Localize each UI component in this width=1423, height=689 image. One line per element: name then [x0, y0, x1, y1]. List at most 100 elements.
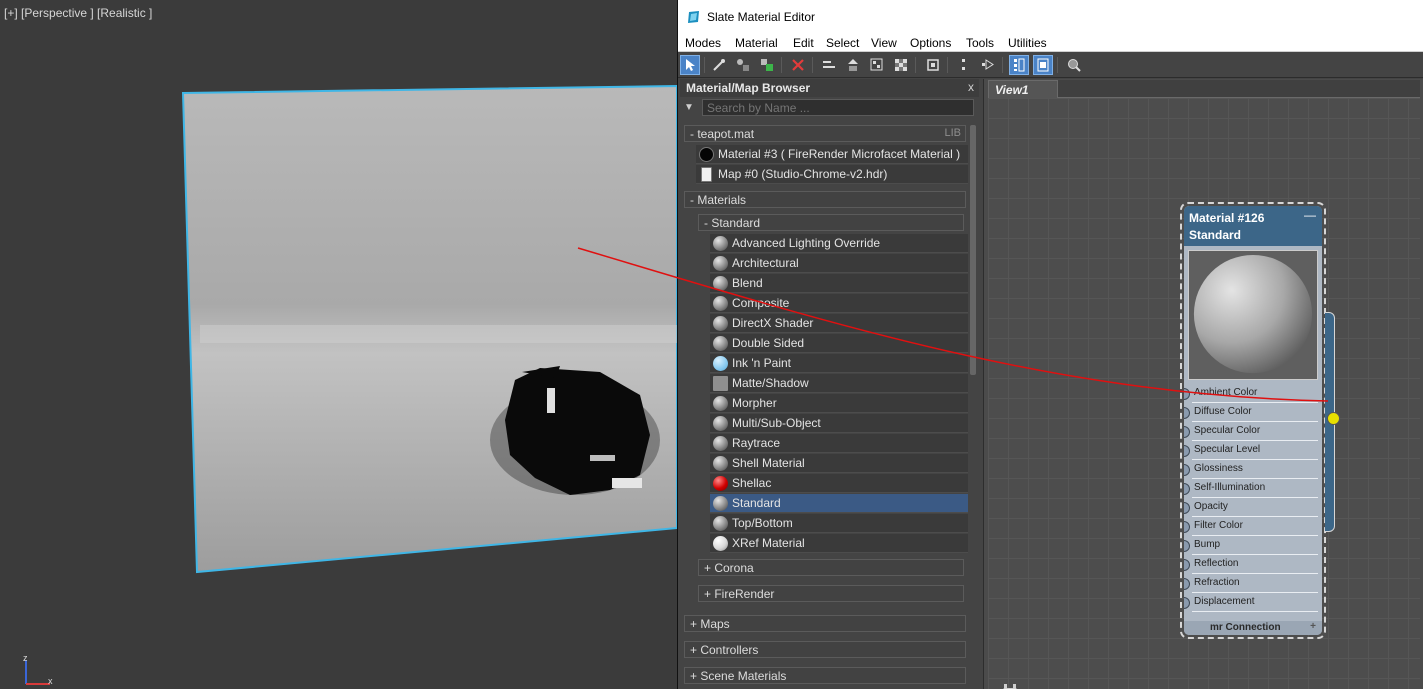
material-type-item[interactable]: Matte/Shadow	[710, 374, 968, 393]
eyedropper-icon[interactable]	[709, 55, 729, 75]
put-to-scene-icon[interactable]	[733, 55, 753, 75]
menu-options[interactable]: Options	[910, 36, 951, 50]
material-type-item[interactable]: Ink 'n Paint	[710, 354, 968, 373]
material-type-item[interactable]: Standard	[710, 494, 968, 513]
firerender-group-header[interactable]: + FireRender	[698, 585, 964, 602]
viewport-label[interactable]: [+] [Perspective ] [Realistic ]	[4, 6, 152, 20]
input-socket[interactable]	[1184, 597, 1190, 609]
material-type-item[interactable]: Shell Material	[710, 454, 968, 473]
menu-material[interactable]: Material	[735, 36, 778, 50]
node-header[interactable]: Material #126 Standard —	[1184, 206, 1322, 246]
material-type-item[interactable]: Multi/Sub-Object	[710, 414, 968, 433]
input-socket[interactable]	[1184, 445, 1190, 457]
material-type-item[interactable]: Top/Bottom	[710, 514, 968, 533]
menu-view[interactable]: View	[871, 36, 897, 50]
menu-select[interactable]: Select	[826, 36, 859, 50]
slot-label: Self-Illumination	[1194, 482, 1266, 493]
output-socket[interactable]	[1327, 412, 1340, 425]
perspective-viewport[interactable]: [+] [Perspective ] [Realistic ] z x	[0, 0, 677, 689]
grey-sphere-icon	[713, 436, 728, 451]
node-slot[interactable]: Ambient Color	[1184, 384, 1322, 403]
move-children-icon[interactable]	[819, 55, 839, 75]
slot-label: Reflection	[1194, 558, 1239, 569]
node-view: View1 Material #126 Standard — Ambient C…	[983, 79, 1423, 689]
material-node[interactable]: Material #126 Standard — Ambient Color D…	[1180, 202, 1326, 639]
library-item-map[interactable]: Map #0 (Studio-Chrome-v2.hdr)	[696, 165, 968, 184]
menu-modes[interactable]: Modes	[685, 36, 721, 50]
menu-tools[interactable]: Tools	[966, 36, 994, 50]
browser-header[interactable]: Material/Map Browser x	[680, 79, 979, 97]
material-map-browser-icon[interactable]	[1009, 55, 1029, 75]
node-slot[interactable]: Diffuse Color	[1184, 403, 1322, 422]
corona-group-header[interactable]: + Corona	[698, 559, 964, 576]
material-type-item[interactable]: Advanced Lighting Override	[710, 234, 968, 253]
input-socket[interactable]	[1184, 388, 1190, 400]
node-slot[interactable]: Specular Level	[1184, 441, 1322, 460]
axis-tripod-icon: z x	[23, 654, 53, 686]
material-type-item[interactable]: Shellac	[710, 474, 968, 493]
light-blue-sphere-icon	[713, 356, 728, 371]
input-socket[interactable]	[1184, 578, 1190, 590]
mr-connection-rollout[interactable]: mr Connection +	[1184, 621, 1322, 635]
standard-group-header[interactable]: - Standard	[698, 214, 964, 231]
node-slot[interactable]: Refraction	[1184, 574, 1322, 593]
browser-close-button[interactable]: x	[968, 80, 974, 94]
node-slot[interactable]: Reflection	[1184, 555, 1322, 574]
layout-vertical-icon[interactable]	[954, 55, 974, 75]
slot-label: Opacity	[1194, 501, 1228, 512]
node-slot[interactable]: Bump	[1184, 536, 1322, 555]
hide-unused-slots-icon[interactable]	[843, 55, 863, 75]
browser-scrollbar[interactable]	[970, 125, 976, 375]
search-options-dropdown-icon[interactable]: ▼	[684, 102, 694, 113]
node-slot[interactable]: Glossiness	[1184, 460, 1322, 479]
library-item-material[interactable]: Material #3 ( FireRender Microfacet Mate…	[696, 145, 968, 164]
mr-connection-expand-button[interactable]: +	[1310, 621, 1316, 632]
grey-sphere-icon	[713, 456, 728, 471]
material-type-item[interactable]: Architectural	[710, 254, 968, 273]
input-socket[interactable]	[1184, 407, 1190, 419]
material-type-item[interactable]: Composite	[710, 294, 968, 313]
title-bar[interactable]: Slate Material Editor	[678, 0, 1423, 34]
input-socket[interactable]	[1184, 502, 1190, 514]
grey-sphere-icon	[713, 276, 728, 291]
materials-group-header[interactable]: - Materials	[684, 191, 966, 208]
node-slot[interactable]: Displacement	[1184, 593, 1322, 612]
node-minimize-button[interactable]: —	[1304, 208, 1316, 222]
tab-view1[interactable]: View1	[988, 80, 1058, 98]
delete-icon[interactable]	[788, 55, 808, 75]
material-node-body: Material #126 Standard — Ambient Color D…	[1184, 206, 1322, 635]
menu-edit[interactable]: Edit	[793, 36, 814, 50]
node-slot[interactable]: Self-Illumination	[1184, 479, 1322, 498]
node-slot[interactable]: Opacity	[1184, 498, 1322, 517]
background-icon[interactable]	[891, 55, 911, 75]
binoculars-icon[interactable]	[1002, 683, 1018, 689]
controllers-group-header[interactable]: + Controllers	[684, 641, 966, 658]
node-slot[interactable]: Filter Color	[1184, 517, 1322, 536]
material-type-item[interactable]: DirectX Shader	[710, 314, 968, 333]
assign-material-icon[interactable]	[757, 55, 777, 75]
menu-utilities[interactable]: Utilities	[1008, 36, 1047, 50]
input-socket[interactable]	[1184, 540, 1190, 552]
material-type-item[interactable]: Double Sided	[710, 334, 968, 353]
material-type-item[interactable]: XRef Material	[710, 534, 968, 553]
search-input[interactable]	[702, 99, 974, 116]
material-type-item[interactable]: Blend	[710, 274, 968, 293]
node-canvas[interactable]: Material #126 Standard — Ambient Color D…	[988, 98, 1420, 689]
material-type-item[interactable]: Raytrace	[710, 434, 968, 453]
zoom-extents-icon[interactable]	[923, 55, 943, 75]
show-map-in-viewport-icon[interactable]	[867, 55, 887, 75]
scene-materials-group-header[interactable]: + Scene Materials	[684, 667, 966, 684]
input-socket[interactable]	[1184, 426, 1190, 438]
layout-horizontal-icon[interactable]	[978, 55, 998, 75]
material-type-item[interactable]: Morpher	[710, 394, 968, 413]
select-tool-icon[interactable]	[680, 55, 700, 75]
library-group-header[interactable]: - teapot.mat LIB	[684, 125, 966, 142]
input-socket[interactable]	[1184, 464, 1190, 476]
parameter-editor-icon[interactable]	[1033, 55, 1053, 75]
maps-group-header[interactable]: + Maps	[684, 615, 966, 632]
input-socket[interactable]	[1184, 483, 1190, 495]
node-slot[interactable]: Specular Color	[1184, 422, 1322, 441]
select-by-material-icon[interactable]	[1064, 55, 1084, 75]
input-socket[interactable]	[1184, 559, 1190, 571]
input-socket[interactable]	[1184, 521, 1190, 533]
